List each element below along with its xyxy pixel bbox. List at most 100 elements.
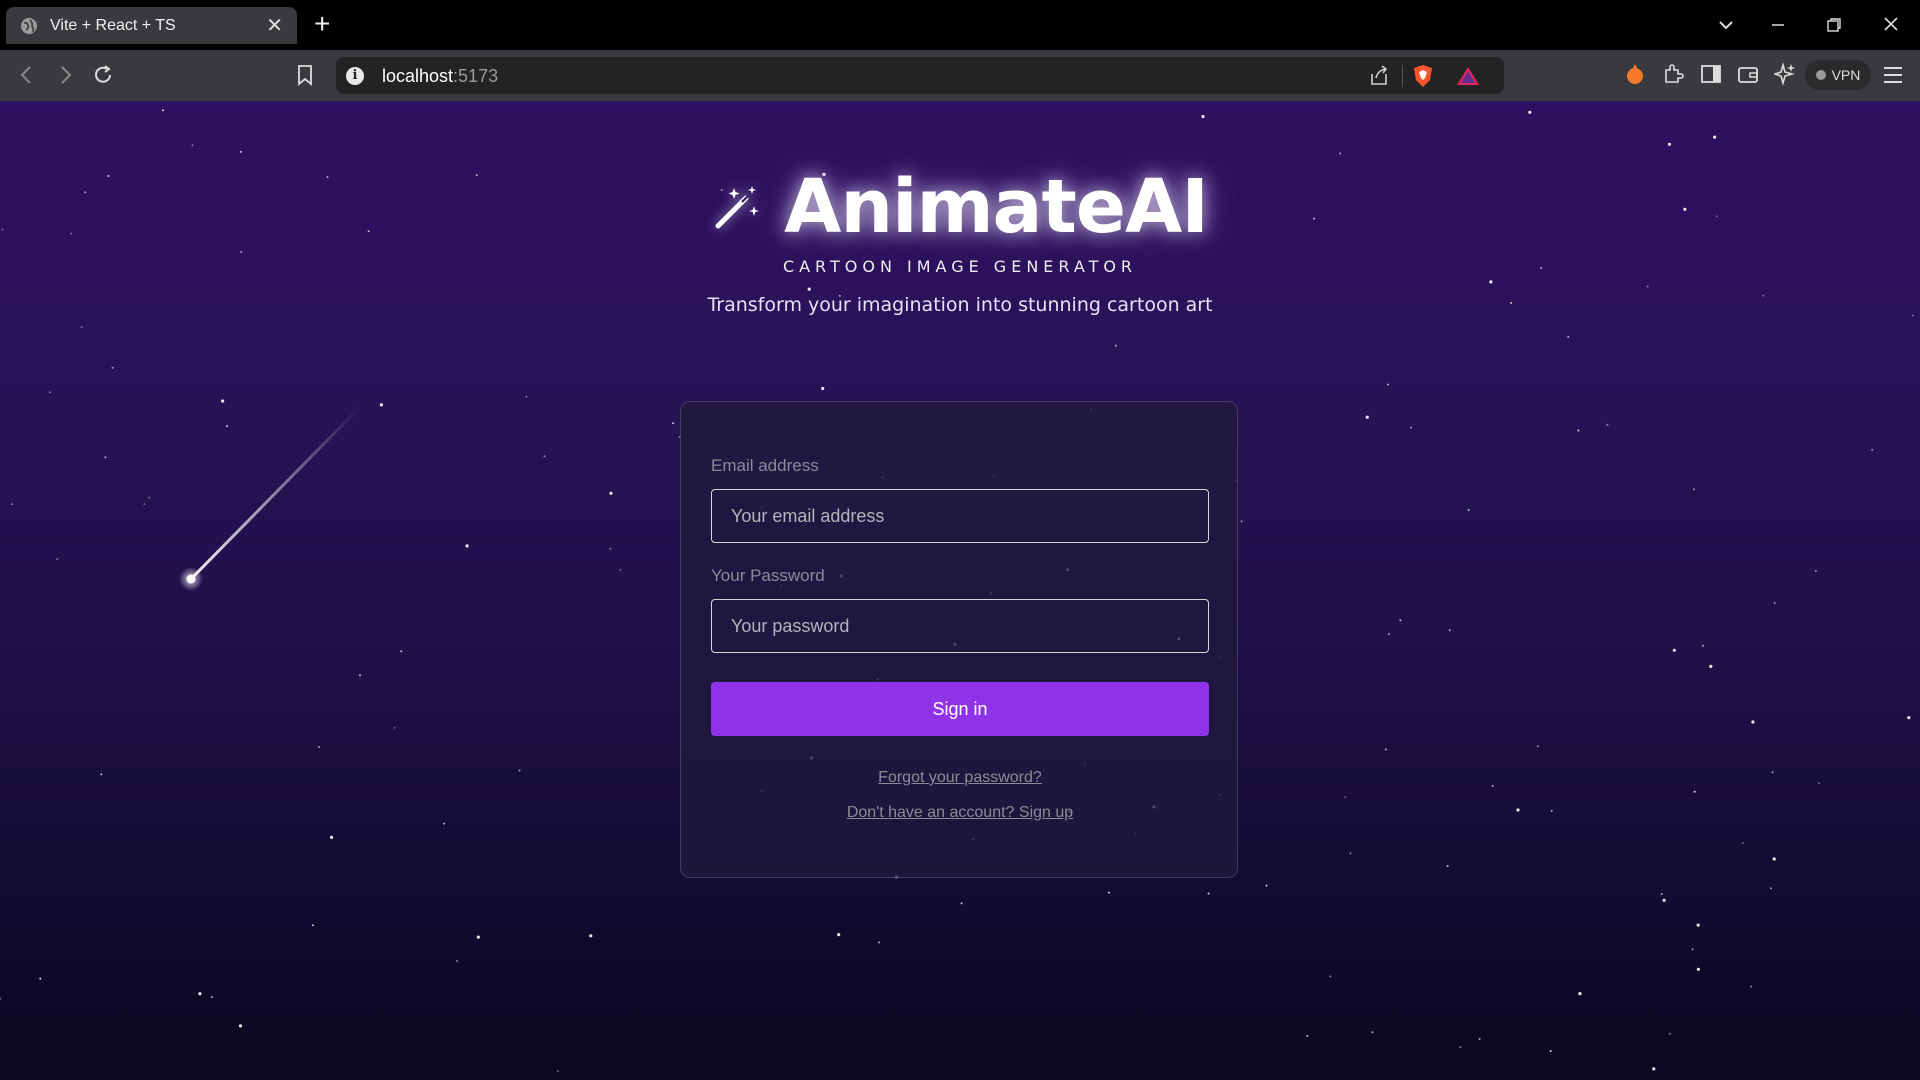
- star: [1660, 893, 1663, 896]
- star: [1399, 619, 1402, 622]
- sign-in-button[interactable]: Sign in: [711, 682, 1209, 736]
- plus-icon[interactable]: +: [314, 10, 330, 38]
- star: [1107, 891, 1110, 894]
- magic-wand-icon: [715, 186, 760, 229]
- wallet-icon[interactable]: [1737, 62, 1759, 86]
- star: [1652, 1067, 1656, 1071]
- star: [1662, 898, 1666, 902]
- star: [1478, 1038, 1481, 1040]
- back-icon[interactable]: [18, 64, 36, 86]
- tagline: CARTOON IMAGE GENERATOR: [782, 257, 1138, 276]
- close-icon[interactable]: ✕: [266, 16, 283, 36]
- leo-icon[interactable]: [1624, 62, 1646, 86]
- tab-title: Vite + React + TS: [50, 16, 176, 34]
- star: [1606, 423, 1609, 426]
- star: [1741, 842, 1744, 845]
- url-port: :5173: [453, 66, 499, 86]
- star: [1516, 808, 1520, 812]
- ai-sparkle-icon[interactable]: [1774, 62, 1796, 86]
- star: [1696, 967, 1700, 971]
- reload-icon[interactable]: [92, 64, 114, 86]
- divider: [1402, 65, 1403, 87]
- star: [1871, 448, 1874, 451]
- star: [1491, 784, 1494, 787]
- star: [1489, 280, 1493, 284]
- star: [960, 902, 963, 905]
- star: [807, 287, 811, 291]
- star: [1814, 570, 1817, 572]
- star: [1446, 865, 1449, 868]
- star: [1772, 857, 1776, 861]
- star: [1773, 602, 1776, 604]
- star: [1387, 383, 1389, 386]
- password-label: Your Password: [711, 566, 825, 585]
- star: [465, 544, 469, 548]
- star: [1770, 887, 1772, 890]
- brave-rewards-icon[interactable]: [1456, 66, 1480, 86]
- forward-icon[interactable]: [56, 64, 74, 86]
- star: [1672, 648, 1676, 652]
- star: [1329, 975, 1332, 978]
- vpn-button[interactable]: VPN: [1805, 60, 1871, 90]
- star: [1578, 992, 1582, 996]
- star: [1240, 520, 1243, 523]
- browser-toolbar: i localhost:5173 VPN: [0, 50, 1920, 101]
- sign-up-link[interactable]: Don't have an account? Sign up: [681, 804, 1239, 822]
- brave-shield-icon[interactable]: [1412, 64, 1434, 88]
- star: [1344, 796, 1347, 799]
- close-window-icon[interactable]: [1883, 16, 1899, 32]
- sidebar-icon[interactable]: [1700, 62, 1722, 86]
- star: [1339, 152, 1342, 155]
- star: [609, 491, 613, 495]
- browser-tab[interactable]: Vite + React + TS ✕: [6, 7, 297, 44]
- star: [837, 933, 841, 937]
- star: [100, 773, 103, 776]
- star: [393, 726, 396, 729]
- star: [1668, 1032, 1671, 1035]
- star: [1201, 114, 1205, 119]
- star: [1114, 344, 1117, 347]
- star: [1207, 892, 1210, 895]
- star: [1550, 809, 1553, 812]
- chevron-down-icon[interactable]: [1718, 17, 1734, 33]
- star: [104, 456, 107, 459]
- share-icon[interactable]: [1368, 65, 1390, 87]
- star: [1751, 720, 1755, 724]
- email-field[interactable]: [711, 489, 1209, 543]
- menu-icon[interactable]: [1882, 64, 1904, 86]
- forgot-password-link[interactable]: Forgot your password?: [681, 769, 1239, 787]
- address-bar[interactable]: i localhost:5173: [336, 57, 1504, 94]
- star: [1709, 664, 1713, 669]
- star: [221, 399, 225, 403]
- star: [1907, 716, 1911, 720]
- star: [1771, 771, 1774, 774]
- star: [1577, 429, 1580, 432]
- star: [1549, 1050, 1552, 1052]
- restore-icon[interactable]: [1826, 17, 1842, 33]
- star: [1410, 426, 1412, 429]
- minimize-icon[interactable]: [1770, 17, 1786, 33]
- star: [556, 1070, 559, 1072]
- star: [1713, 135, 1717, 139]
- star: [143, 503, 146, 506]
- login-page: AnimateAI CARTOON IMAGE GENERATOR Transf…: [0, 101, 1920, 1080]
- url-host: localhost: [382, 66, 454, 86]
- star: [1691, 948, 1694, 951]
- star: [589, 934, 593, 938]
- star: [1365, 415, 1369, 419]
- star: [226, 425, 229, 428]
- star: [1702, 644, 1704, 647]
- star: [1265, 884, 1268, 887]
- extensions-icon[interactable]: [1662, 62, 1684, 86]
- star: [400, 650, 403, 653]
- star: [239, 150, 242, 153]
- star: [476, 935, 480, 939]
- password-field[interactable]: [711, 599, 1209, 653]
- star: [1646, 285, 1649, 288]
- bookmark-icon[interactable]: [296, 64, 314, 86]
- info-icon[interactable]: i: [346, 67, 364, 85]
- star: [1567, 336, 1570, 338]
- star: [878, 941, 880, 944]
- star: [379, 403, 383, 407]
- star: [1349, 852, 1352, 855]
